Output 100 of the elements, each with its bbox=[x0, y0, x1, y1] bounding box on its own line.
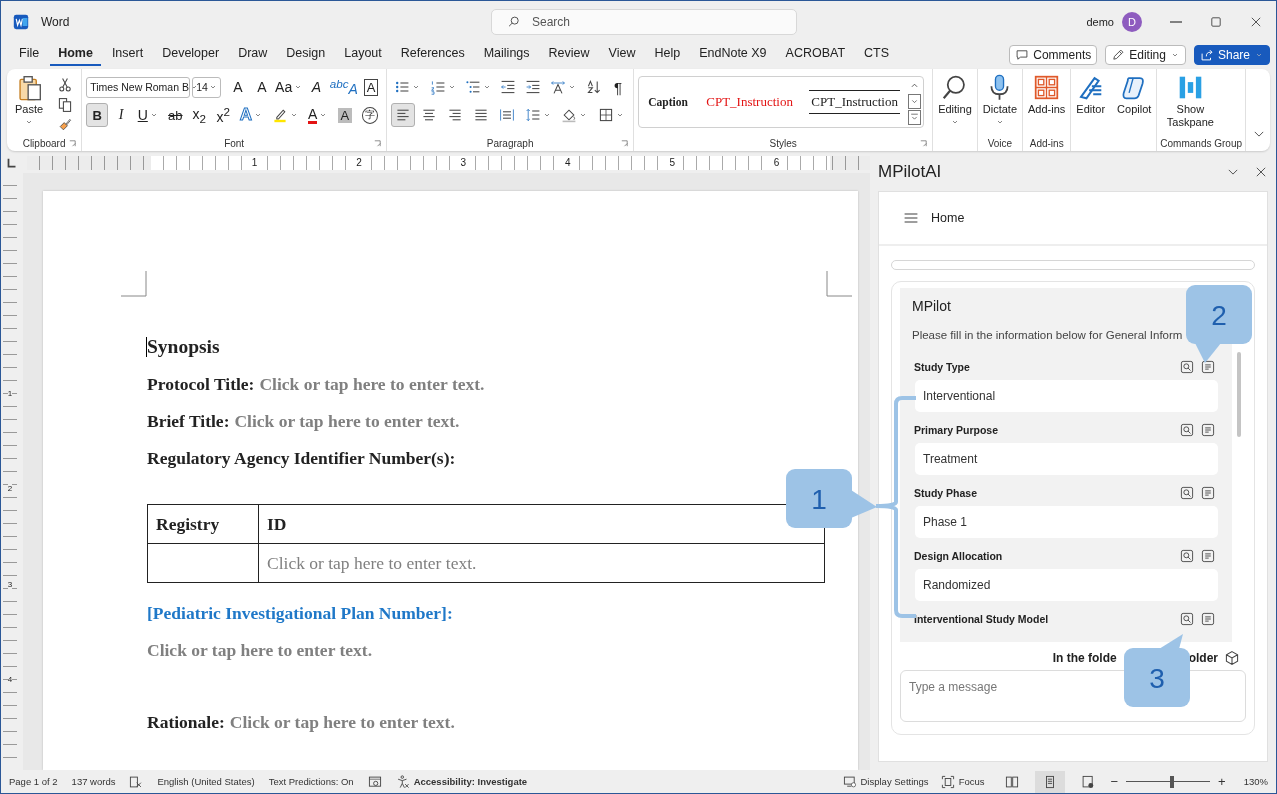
document-check-icon[interactable] bbox=[129, 774, 144, 789]
ribbon-tab[interactable]: References bbox=[392, 44, 473, 66]
status-text[interactable]: Text Predictions: On bbox=[268, 776, 354, 787]
ribbon-tab[interactable]: Help bbox=[646, 44, 689, 66]
content-control[interactable]: Click or tap here to enter text. bbox=[229, 712, 455, 732]
accessibility-icon bbox=[395, 774, 410, 789]
ribbon-tab[interactable]: View bbox=[600, 44, 644, 66]
mic-button[interactable]: Dictate bbox=[978, 73, 1022, 128]
search-field[interactable]: Search bbox=[491, 8, 797, 35]
search-icon[interactable] bbox=[1180, 612, 1194, 626]
ruler-number: 2 bbox=[355, 156, 363, 170]
editing-button[interactable]: Editing bbox=[1105, 45, 1186, 65]
tab-selector-icon[interactable] bbox=[5, 156, 19, 170]
content-control[interactable]: Click or tap here to enter text. bbox=[147, 638, 826, 662]
sort-icon bbox=[585, 79, 602, 95]
close-icon[interactable] bbox=[1254, 165, 1268, 179]
field-label: Primary Purpose bbox=[914, 424, 999, 436]
phonetic-button[interactable]: $^{abc}$A bbox=[329, 75, 359, 99]
zoom-slider-thumb[interactable] bbox=[1170, 775, 1175, 788]
shading-button[interactable]: A bbox=[333, 103, 356, 127]
document-icon[interactable] bbox=[1201, 549, 1215, 563]
copilot-button[interactable]: Copilot bbox=[1113, 73, 1156, 116]
italic-button[interactable]: I bbox=[110, 103, 133, 127]
style-item[interactable]: Caption bbox=[646, 93, 690, 111]
share-button[interactable]: Share bbox=[1193, 45, 1270, 65]
group-label: Paragraph bbox=[486, 137, 534, 149]
zoom-in-button[interactable]: + bbox=[1218, 774, 1226, 789]
underline-button[interactable]: U bbox=[134, 103, 163, 127]
align-left-button[interactable] bbox=[391, 103, 416, 127]
document-icon[interactable] bbox=[1201, 423, 1215, 437]
editor-button[interactable]: Editor bbox=[1072, 73, 1110, 116]
ribbon-tab[interactable]: EndNote X9 bbox=[691, 44, 775, 66]
comments-button[interactable]: Comments bbox=[1009, 45, 1098, 65]
input-field[interactable]: Randomized bbox=[915, 569, 1218, 601]
heading-text: Synopsis bbox=[147, 335, 221, 359]
input-field[interactable]: Phase 1 bbox=[915, 506, 1218, 538]
bold-button[interactable]: B bbox=[86, 103, 109, 127]
document-icon[interactable] bbox=[1201, 486, 1215, 500]
field-label: Protocol Title: bbox=[147, 374, 255, 394]
zoom-level[interactable]: 130% bbox=[1243, 776, 1268, 787]
scissors-icon bbox=[57, 76, 74, 93]
paste-button[interactable]: Paste bbox=[11, 73, 48, 135]
marks-button[interactable]: ¶ bbox=[607, 75, 630, 99]
ribbon-tab[interactable]: ACROBAT bbox=[777, 44, 854, 66]
search-icon[interactable] bbox=[1180, 360, 1194, 374]
content-control[interactable]: Click or tap here to enter text. bbox=[234, 411, 460, 431]
ribbon-tab[interactable]: File bbox=[11, 44, 48, 66]
superscript-button[interactable]: x$^{2}$ bbox=[212, 103, 235, 127]
find-button[interactable]: Editing bbox=[934, 73, 976, 128]
ribbon-tab[interactable]: Layout bbox=[336, 44, 390, 66]
menu-icon[interactable] bbox=[903, 210, 919, 226]
content-control[interactable]: Click or tap here to enter text. bbox=[259, 374, 485, 394]
status-text[interactable]: 137 words bbox=[71, 776, 116, 787]
document-icon[interactable] bbox=[1201, 360, 1215, 374]
status-text[interactable]: Page 1 of 2 bbox=[9, 776, 58, 787]
callout: 3 bbox=[1123, 634, 1191, 709]
ribbon-tab[interactable]: Design bbox=[278, 44, 334, 66]
addins-button[interactable]: Add-ins bbox=[1024, 73, 1070, 116]
pane-title: MPilotAI bbox=[878, 162, 942, 182]
font-size-field[interactable]: 14 bbox=[192, 76, 221, 98]
style-item[interactable]: CPT_Instruction bbox=[809, 90, 900, 114]
copy-icon bbox=[57, 96, 74, 113]
ribbon-tab[interactable]: Home bbox=[50, 44, 101, 66]
search-icon[interactable] bbox=[1180, 549, 1194, 563]
document-icon[interactable] bbox=[1201, 612, 1215, 626]
ribbon-tab[interactable]: Developer bbox=[154, 44, 228, 66]
status-text[interactable]: English (United States) bbox=[157, 776, 255, 787]
more-icon[interactable] bbox=[908, 110, 922, 125]
accessibility-button[interactable]: Accessibility: Investigate bbox=[395, 774, 528, 789]
case-button[interactable]: Aa bbox=[274, 75, 304, 99]
content-control[interactable]: Click or tap here to enter text. bbox=[258, 543, 825, 583]
scrollbar-thumb[interactable] bbox=[1237, 352, 1241, 437]
strike-button[interactable]: ab bbox=[164, 103, 187, 127]
input-field[interactable]: Treatment bbox=[915, 443, 1218, 475]
color-button[interactable]: A bbox=[304, 103, 332, 127]
display-settings-button[interactable]: Display Settings bbox=[842, 774, 929, 789]
clear-button[interactable]: A bbox=[305, 75, 328, 99]
ribbon-tab[interactable]: Insert bbox=[103, 44, 152, 66]
read-view-icon bbox=[1004, 774, 1019, 789]
print-view-button[interactable] bbox=[1034, 770, 1065, 793]
search-icon[interactable] bbox=[1180, 486, 1194, 500]
ribbon-tab[interactable]: Review bbox=[540, 44, 598, 66]
linespacing-icon bbox=[524, 107, 541, 123]
zoom-out-button[interactable]: − bbox=[1110, 774, 1119, 789]
grow-button[interactable]: A bbox=[226, 75, 249, 99]
shrink-button[interactable]: A bbox=[250, 75, 273, 99]
scroll-down-icon[interactable] bbox=[908, 94, 922, 109]
input-field[interactable]: Interventional bbox=[915, 380, 1218, 412]
group-label: Styles bbox=[769, 137, 797, 149]
ribbon-tab[interactable]: Mailings bbox=[475, 44, 538, 66]
macro-record-icon[interactable] bbox=[367, 774, 382, 789]
ribbon-tab[interactable]: CTS bbox=[856, 44, 898, 66]
user-avatar[interactable]: D bbox=[1122, 11, 1142, 32]
taskpane-button[interactable]: Show Taskpane bbox=[1158, 73, 1223, 130]
focus-button[interactable]: Focus bbox=[940, 774, 985, 789]
ribbon-tab[interactable]: Draw bbox=[230, 44, 276, 66]
search-icon[interactable] bbox=[1180, 423, 1194, 437]
style-item[interactable]: CPT_Instruction bbox=[704, 91, 795, 113]
cube-icon[interactable] bbox=[1224, 650, 1240, 666]
subscript-button[interactable]: x$_{2}$ bbox=[188, 103, 211, 127]
